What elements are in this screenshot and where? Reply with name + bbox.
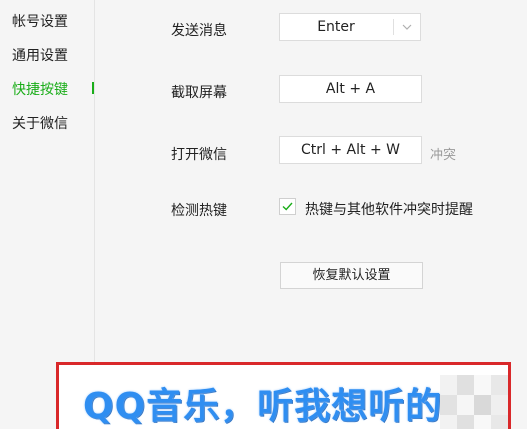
chevron-down-icon bbox=[402, 24, 412, 30]
conflict-text: 冲突 bbox=[430, 148, 457, 163]
hotkey-conflict-option[interactable]: 热键与其他软件冲突时提醒 bbox=[305, 199, 473, 219]
sidebar-item-account[interactable]: 帐号设置 bbox=[12, 11, 68, 31]
dropdown-separator bbox=[393, 19, 394, 35]
send-message-key: Enter bbox=[317, 19, 355, 35]
checkmark-icon bbox=[282, 202, 293, 211]
open-wechat-label: 打开微信 bbox=[171, 147, 227, 163]
detect-hotkey-label: 检测热键 bbox=[171, 203, 227, 219]
mosaic-overlay-inner bbox=[440, 395, 508, 415]
sidebar-item-general[interactable]: 通用设置 bbox=[12, 45, 68, 65]
restore-defaults-button[interactable]: 恢复默认设置 bbox=[280, 262, 423, 289]
qq-music-banner: QQ音乐，听我想听的 bbox=[56, 362, 511, 429]
capture-screen-label: 截取屏幕 bbox=[171, 85, 227, 101]
capture-screen-key[interactable]: Alt + A bbox=[279, 75, 422, 103]
sidebar-item-shortcuts[interactable]: 快捷按键 bbox=[12, 79, 68, 99]
send-message-dropdown[interactable]: Enter bbox=[279, 13, 421, 41]
banner-slogan: QQ音乐，听我想听的 bbox=[83, 386, 443, 427]
open-wechat-key[interactable]: Ctrl + Alt + W bbox=[279, 136, 422, 164]
sidebar-item-about[interactable]: 关于微信 bbox=[12, 113, 68, 133]
active-indicator bbox=[92, 82, 94, 94]
send-message-label: 发送消息 bbox=[171, 23, 227, 39]
hotkey-conflict-checkbox[interactable] bbox=[279, 198, 296, 215]
